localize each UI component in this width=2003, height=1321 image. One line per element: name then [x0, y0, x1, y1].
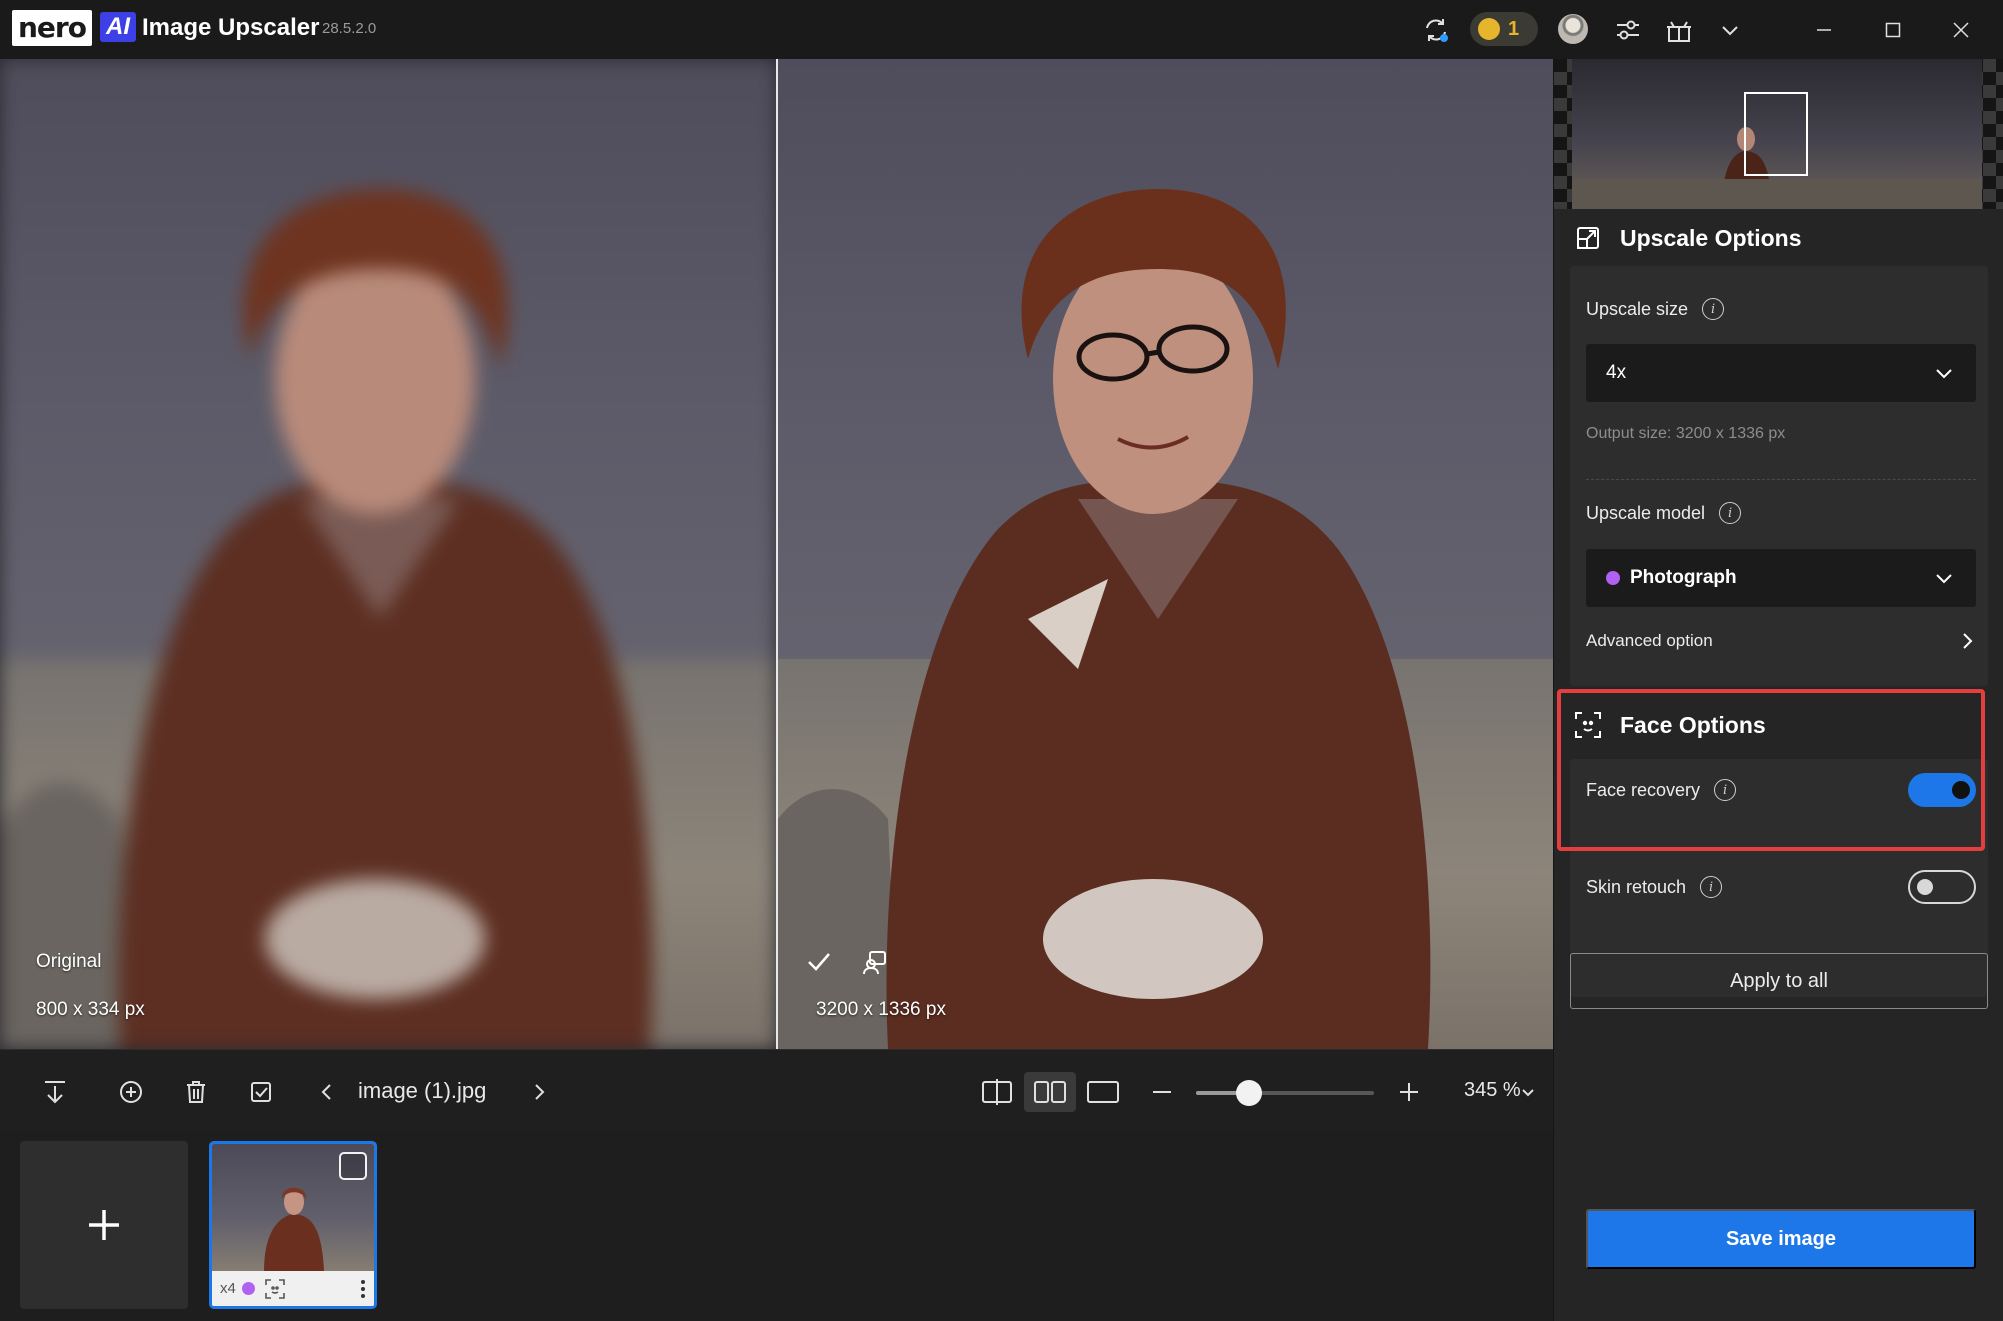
original-photo [0, 59, 777, 1049]
next-image-icon[interactable] [522, 1075, 556, 1109]
title-bar: nero AI Image Upscaler 28.5.2.0 1 [0, 0, 2003, 59]
split-view-icon [982, 1079, 1012, 1105]
model-color-dot [1606, 571, 1620, 585]
plus-icon [89, 1210, 119, 1240]
thumbnail-item[interactable]: x4 [209, 1141, 377, 1309]
chevron-right-icon [1963, 633, 1973, 649]
zoom-in-icon[interactable] [1392, 1075, 1426, 1109]
viewport-frame[interactable] [1744, 92, 1808, 176]
zoom-slider-thumb[interactable] [1236, 1080, 1263, 1106]
face-options-highlight [1557, 689, 1985, 851]
thumbnail-image [212, 1144, 374, 1271]
save-image-button[interactable]: Save image [1586, 1209, 1976, 1269]
output-size-text: Output size: 3200 x 1336 px [1586, 425, 1786, 442]
apply-to-all-button[interactable]: Apply to all [1570, 953, 1988, 1009]
credit-count: 1 [1508, 17, 1520, 40]
current-filename: image (1).jpg [358, 1078, 487, 1103]
thumbnail-scale: x4 [220, 1280, 236, 1297]
select-all-icon[interactable] [244, 1075, 278, 1109]
upscaled-photo [778, 59, 1553, 1049]
original-image-pane: Original 800 x 334 px [0, 59, 777, 1049]
ai-logo: AI [100, 12, 136, 42]
original-label: Original [36, 951, 102, 972]
add-image-button[interactable] [20, 1141, 188, 1309]
skin-retouch-row: Skin retouch i [1586, 876, 1723, 898]
chevron-down-icon [1936, 369, 1952, 379]
single-view-icon [1087, 1081, 1119, 1103]
minimize-icon[interactable] [1804, 14, 1844, 46]
maximize-icon[interactable] [1873, 14, 1913, 46]
app-version: 28.5.2.0 [322, 20, 377, 37]
chevron-down-icon[interactable] [1714, 14, 1746, 46]
zoom-chevron-down-icon[interactable] [1517, 1080, 1539, 1104]
navigator-preview[interactable] [1554, 59, 2003, 209]
upscale-model-select[interactable]: Photograph [1586, 549, 1976, 607]
info-icon[interactable]: i [1719, 502, 1742, 524]
info-icon[interactable]: i [1702, 298, 1725, 320]
upscale-options-header: Upscale Options [1574, 224, 1801, 252]
single-view-button[interactable] [1077, 1072, 1129, 1112]
gift-icon[interactable] [1663, 14, 1695, 46]
thumbnail-info-bar: x4 [212, 1271, 374, 1306]
upscale-model-value: Photograph [1630, 567, 1737, 588]
more-options-icon[interactable] [360, 1279, 366, 1299]
close-icon[interactable] [1941, 14, 1981, 46]
thumbnail-strip: x4 [0, 1131, 1553, 1321]
divider [1586, 479, 1976, 480]
settings-panel: Upscale Options Upscale size i 4x Output… [1553, 59, 2003, 1321]
upscaled-size: 3200 x 1336 px [816, 999, 946, 1020]
zoom-out-icon[interactable] [1145, 1075, 1179, 1109]
skin-retouch-label: Skin retouch [1586, 876, 1687, 897]
coin-icon [1478, 18, 1500, 40]
zoom-value[interactable]: 345 % [1464, 1079, 1521, 1102]
app-title: Image Upscaler [142, 14, 320, 41]
previous-image-icon[interactable] [310, 1075, 344, 1109]
upscale-options-title: Upscale Options [1620, 224, 1802, 251]
upscale-model-row: Upscale model i [1586, 502, 1742, 524]
advanced-option-row[interactable]: Advanced option [1586, 631, 1976, 651]
bottom-toolbar: image (1).jpg 345 % [0, 1049, 1553, 1131]
add-circle-icon[interactable] [114, 1075, 148, 1109]
upscale-size-select[interactable]: 4x [1586, 344, 1976, 402]
face-scan-icon [265, 1278, 285, 1299]
split-view-button[interactable] [971, 1072, 1023, 1112]
upscale-size-label: Upscale size [1586, 298, 1689, 319]
nero-logo: nero [12, 10, 92, 46]
upscaled-image-pane: 3200 x 1336 px [778, 59, 1553, 1049]
upscale-size-row: Upscale size i [1586, 298, 1725, 320]
settings-sliders-icon[interactable] [1612, 14, 1644, 46]
zoom-slider[interactable] [1196, 1080, 1374, 1106]
avatar[interactable] [1558, 14, 1588, 44]
upscale-model-label: Upscale model [1586, 502, 1706, 523]
sync-icon[interactable] [1420, 14, 1452, 46]
upscale-icon [1574, 224, 1602, 252]
credits-badge[interactable]: 1 [1470, 12, 1538, 46]
thumbnail-checkbox[interactable] [339, 1152, 367, 1180]
comparison-divider[interactable] [776, 59, 778, 1049]
side-by-side-view-button[interactable] [1024, 1072, 1076, 1112]
face-detect-icon[interactable] [860, 947, 890, 977]
original-size: 800 x 334 px [36, 999, 145, 1020]
skin-retouch-toggle[interactable] [1908, 870, 1976, 904]
advanced-option-label: Advanced option [1586, 631, 1713, 650]
upscale-size-value: 4x [1606, 362, 1627, 383]
check-icon[interactable] [804, 947, 834, 977]
upscale-options-card [1570, 266, 1988, 686]
side-by-side-icon [1034, 1081, 1066, 1103]
comparison-viewer[interactable]: Original 800 x 334 px 3200 x 1336 px [0, 59, 1553, 1049]
download-icon[interactable] [38, 1075, 72, 1109]
chevron-down-icon [1936, 574, 1952, 584]
info-icon[interactable]: i [1700, 876, 1723, 898]
trash-icon[interactable] [179, 1075, 213, 1109]
model-color-dot [241, 1282, 255, 1295]
